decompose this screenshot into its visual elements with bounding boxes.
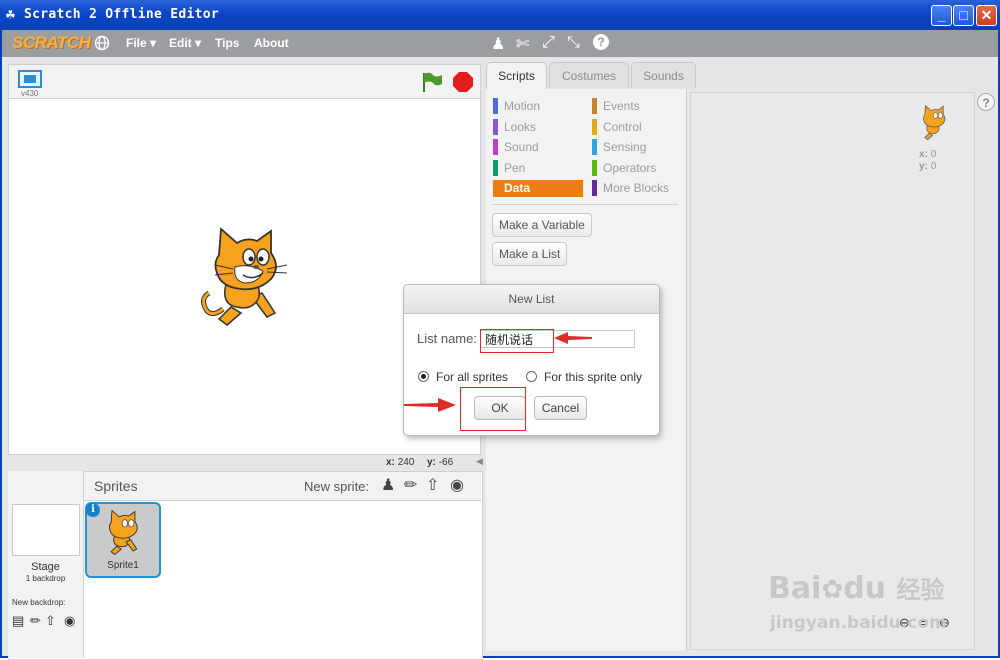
cat-sprite[interactable]	[197, 227, 293, 329]
paint-icon[interactable]: ✏	[30, 613, 41, 629]
collapse-stage-icon[interactable]: ◀	[476, 456, 483, 467]
category-list-right: Events Control Sensing Operators More Bl…	[592, 98, 669, 197]
camera-sprite-icon[interactable]: ◉	[450, 475, 464, 495]
menu-edit[interactable]: Edit ▾	[169, 36, 201, 50]
duplicate-icon[interactable]: ♟	[491, 34, 505, 54]
window-title: Scratch 2 Offline Editor	[24, 7, 220, 22]
new-backdrop-label: New backdrop:	[12, 598, 66, 607]
help-icon[interactable]: ?	[977, 93, 995, 111]
category-sound[interactable]: Sound	[493, 139, 583, 156]
category-sensing[interactable]: Sensing	[592, 139, 669, 156]
minimize-button[interactable]: _	[931, 5, 952, 26]
category-data[interactable]: Data	[493, 180, 583, 198]
annotation-box	[480, 329, 554, 353]
new-list-dialog: New List List name: 随机说话 For all sprites…	[403, 284, 660, 436]
category-events[interactable]: Events	[592, 98, 669, 115]
chevron-down-icon: ▾	[195, 36, 202, 50]
category-control[interactable]: Control	[592, 118, 669, 136]
stage-label: Stage	[31, 561, 60, 573]
cancel-button[interactable]: Cancel	[534, 396, 587, 420]
make-variable-button[interactable]: Make a Variable	[492, 213, 592, 237]
dialog-title: New List	[404, 285, 659, 314]
camera-icon[interactable]: ◉	[64, 613, 75, 629]
window-titlebar: ☘ Scratch 2 Offline Editor _ □ ✕	[0, 0, 1000, 30]
watermark-url: jingyan.baidu.com	[770, 613, 947, 633]
new-sprite-label: New sprite:	[304, 479, 370, 494]
sprite-library-icon[interactable]: ♟	[381, 475, 395, 495]
sprites-title: Sprites	[94, 478, 138, 494]
category-more-blocks[interactable]: More Blocks	[592, 180, 669, 197]
minimize-icon: _	[937, 7, 946, 23]
annotation-arrow-icon	[404, 397, 456, 413]
stage-header: v430	[8, 64, 481, 99]
stop-icon[interactable]	[452, 71, 474, 93]
grow-icon[interactable]: ⤢	[542, 34, 555, 52]
script-x-coord: x: 0	[919, 149, 937, 160]
shrink-icon[interactable]: ⤡	[567, 34, 580, 52]
current-sprite-icon	[917, 103, 951, 143]
tab-sounds[interactable]: Sounds	[631, 62, 696, 88]
scratch-logo[interactable]: SCRATCH	[12, 33, 91, 53]
paw-icon: ✿	[821, 575, 844, 605]
for-this-sprite-radio[interactable]	[526, 371, 537, 382]
help-icon[interactable]: ?	[593, 34, 609, 50]
sprite-cat-icon	[101, 508, 145, 558]
maximize-button[interactable]: □	[953, 5, 974, 26]
close-button[interactable]: ✕	[976, 5, 997, 26]
fullscreen-icon[interactable]	[18, 70, 42, 88]
backdrop-count: 1 backdrop	[25, 574, 66, 583]
stage-thumbnail-column: Stage 1 backdrop New backdrop: ▤ ✏ ⇧ ◉	[8, 471, 84, 658]
script-area[interactable]: x: 0 y: 0 ⊖ = ⊕	[690, 92, 975, 650]
annotation-box	[460, 387, 526, 431]
stage-x-coord: x: 240	[386, 457, 415, 468]
make-list-button[interactable]: Make a List	[492, 242, 568, 266]
info-icon[interactable]: i	[86, 503, 100, 517]
menu-about[interactable]: About	[254, 36, 289, 50]
for-this-sprite-label: For this sprite only	[544, 370, 643, 384]
category-motion[interactable]: Motion	[493, 98, 583, 115]
version-label: v430	[21, 89, 39, 98]
for-all-sprites-label: For all sprites	[436, 370, 509, 384]
category-pen[interactable]: Pen	[493, 159, 583, 177]
list-name-label: List name:	[417, 331, 477, 346]
maximize-icon: □	[959, 7, 968, 23]
annotation-arrow-icon	[554, 331, 592, 345]
backdrop-library-icon[interactable]: ▤	[12, 613, 24, 629]
category-looks[interactable]: Looks	[493, 118, 583, 136]
menu-file[interactable]: File ▾	[126, 36, 156, 50]
category-list-left: Motion Looks Sound Pen Data	[493, 98, 583, 198]
for-all-sprites-radio[interactable]	[418, 371, 429, 382]
watermark-logo: Bai✿du 经验	[768, 571, 945, 606]
category-operators[interactable]: Operators	[592, 159, 669, 177]
stage-y-coord: y: -66	[427, 457, 454, 468]
sprite-thumbnail[interactable]: i Sprite1	[85, 502, 161, 578]
sprites-header: Sprites New sprite: ♟ ✏ ⇧ ◉	[84, 472, 481, 501]
upload-sprite-icon[interactable]: ⇧	[426, 475, 439, 495]
tab-scripts[interactable]: Scripts	[486, 62, 547, 90]
sprite-name: Sprite1	[107, 560, 139, 571]
delete-icon[interactable]: ✄	[516, 34, 529, 54]
chevron-down-icon: ▾	[150, 36, 157, 50]
menu-bar: SCRATCH File ▾ Edit ▾ Tips About ♟ ✄ ⤢ ⤡…	[0, 30, 1000, 57]
app-icon: ☘	[5, 8, 16, 22]
menu-tips[interactable]: Tips	[215, 36, 239, 50]
upload-icon[interactable]: ⇧	[45, 613, 56, 629]
script-y-coord: y: 0	[919, 161, 937, 172]
palette-divider	[492, 204, 678, 205]
paint-sprite-icon[interactable]: ✏	[404, 475, 417, 495]
tab-costumes[interactable]: Costumes	[549, 62, 629, 88]
stage-thumbnail[interactable]	[12, 504, 80, 556]
globe-icon[interactable]	[94, 35, 110, 51]
close-icon: ✕	[980, 7, 993, 23]
green-flag-icon[interactable]	[421, 71, 443, 93]
